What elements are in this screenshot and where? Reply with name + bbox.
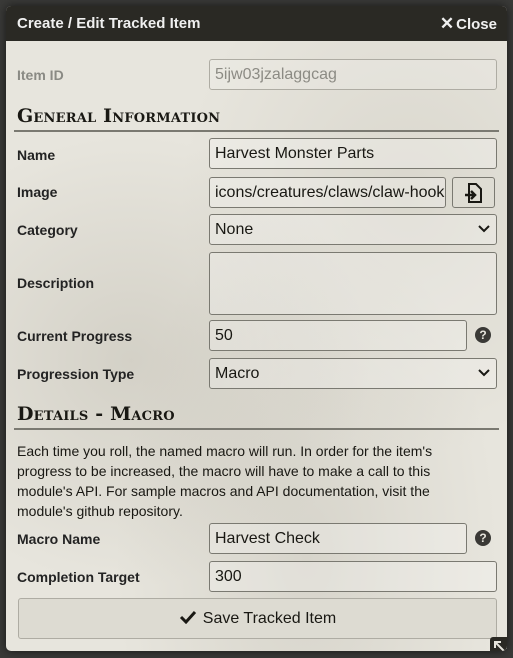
progression-type-select[interactable]: Macro	[209, 358, 497, 389]
close-label: Close	[456, 16, 497, 33]
details-macro-heading: Details - Macro	[17, 403, 175, 425]
help-icon[interactable]: ?	[475, 530, 491, 546]
description-label: Description	[17, 275, 95, 291]
description-textarea[interactable]	[209, 252, 497, 315]
tracked-item-dialog: Create / Edit Tracked Item ✕ Close Item I…	[6, 6, 507, 651]
dialog-title: Create / Edit Tracked Item	[17, 15, 201, 32]
section-divider	[14, 130, 499, 132]
item-id-field: 5ijw03jzalaggcag	[209, 59, 497, 90]
close-button[interactable]: ✕ Close	[440, 14, 497, 34]
file-picker-button[interactable]	[452, 177, 495, 208]
progression-type-value: Macro	[215, 365, 260, 382]
current-progress-input[interactable]: 50	[209, 320, 467, 351]
category-value: None	[215, 221, 254, 238]
name-label: Name	[17, 147, 56, 163]
resize-arrows-icon	[494, 641, 507, 651]
category-label: Category	[17, 222, 78, 238]
image-label: Image	[17, 184, 58, 200]
item-id-label: Item ID	[17, 67, 64, 83]
completion-target-input[interactable]: 300	[209, 561, 497, 592]
macro-notes: Each time you roll, the named macro will…	[17, 443, 433, 519]
times-icon: ✕	[439, 14, 455, 33]
image-path-input[interactable]: icons/creatures/claws/claw-hooked-curved…	[209, 177, 446, 208]
current-progress-label: Current Progress	[17, 328, 133, 344]
help-icon[interactable]: ?	[475, 327, 491, 343]
save-label: Save Tracked Item	[202, 610, 337, 627]
chevron-down-icon	[478, 225, 490, 233]
check-icon	[179, 610, 196, 625]
chevron-down-icon	[478, 369, 490, 377]
file-import-icon	[465, 183, 482, 203]
dialog-header[interactable]: Create / Edit Tracked Item ✕ Close	[6, 6, 507, 41]
save-tracked-item-button[interactable]: Save Tracked Item	[18, 598, 497, 639]
macro-name-input[interactable]: Harvest Check	[209, 523, 467, 554]
resize-handle[interactable]	[490, 637, 507, 651]
completion-target-label: Completion Target	[17, 569, 140, 585]
section-divider	[14, 428, 499, 430]
name-input[interactable]: Harvest Monster Parts	[209, 138, 497, 169]
general-information-heading: General Information	[17, 105, 221, 127]
macro-name-label: Macro Name	[17, 531, 101, 547]
progression-type-label: Progression Type	[17, 366, 135, 382]
category-select[interactable]: None	[209, 214, 497, 245]
